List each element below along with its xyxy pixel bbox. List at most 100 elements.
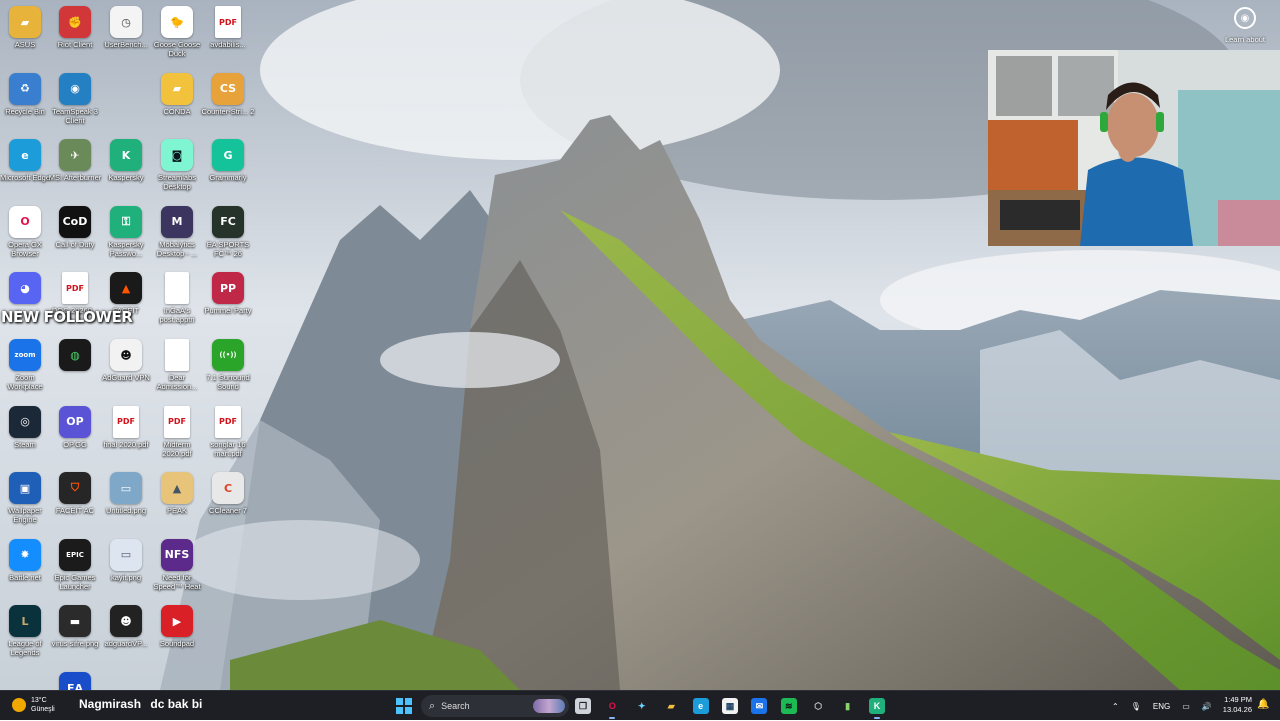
- chevron-up-icon[interactable]: ⌃: [1112, 702, 1119, 711]
- desktop-item[interactable]: ☻ adguardVP...: [101, 605, 151, 648]
- discord-icon: ◕: [9, 272, 41, 305]
- desktop-item[interactable]: ◍: [50, 339, 100, 373]
- desktop-item-label: Opera GX Browser: [8, 239, 42, 258]
- desktop-item[interactable]: PDF songlar 16 mart.pdf: [203, 405, 253, 458]
- desktop-item[interactable]: M Mobalytics Desktop - ...: [152, 205, 202, 258]
- volume-icon[interactable]: 🔊: [1202, 702, 1212, 711]
- desktop-item[interactable]: PDF final 2020.pdf: [101, 405, 151, 449]
- desktop-item-label: AdGuard VPN: [102, 373, 150, 382]
- desktop-item-label: Goose Goose Duck: [153, 40, 201, 58]
- store-icon[interactable]: ▦: [722, 698, 738, 714]
- desktop-item[interactable]: ◷ UserBench...: [101, 6, 151, 49]
- riot-client-icon: ✊: [59, 6, 91, 38]
- recycle-bin-icon: ♻: [9, 72, 41, 105]
- clock[interactable]: 1:49 PM 13.04.26: [1218, 695, 1252, 715]
- taskview-icon[interactable]: ❐: [575, 698, 591, 714]
- desktop-item-label: OP.GG: [63, 439, 87, 449]
- sticky-notes-icon[interactable]: ▮: [840, 698, 856, 714]
- sun-icon: [12, 698, 26, 712]
- microphone-icon[interactable]: 🎙: [1131, 702, 1141, 711]
- language-indicator[interactable]: ENG: [1153, 702, 1170, 711]
- start-button[interactable]: [396, 698, 412, 714]
- desktop-item[interactable]: CS Counter-Stri... 2: [202, 72, 254, 116]
- notification-bell-icon[interactable]: 🔔: [1257, 699, 1269, 710]
- desktop-item[interactable]: 🐤 Goose Goose Duck: [152, 6, 202, 58]
- copilot-icon[interactable]: ✦: [634, 698, 650, 714]
- desktop-item[interactable]: ▭ Untitled.png: [101, 472, 151, 515]
- desktop-item[interactable]: ◕: [0, 272, 50, 306]
- desktop-item[interactable]: ◉ TeamSpeak 3 Client: [50, 72, 100, 125]
- search-box[interactable]: ⌕ Search: [421, 695, 569, 717]
- desktop-item-label: EA SPORTS FC™ 26: [206, 239, 250, 258]
- webcam-overlay: [988, 50, 1280, 246]
- desktop-item[interactable]: K Kaspersky: [101, 139, 151, 182]
- desktop-item[interactable]: ▣ Wallpaper Engine: [0, 472, 50, 524]
- desktop-item[interactable]: ▶ Soundpad: [152, 605, 202, 648]
- desktop-item-label: UserBench...: [104, 40, 148, 49]
- desktop-item-label: MSI Afterburner: [48, 173, 102, 183]
- desktop-item-label: ASUS: [14, 40, 36, 49]
- desktop-item[interactable]: ♻ Recycle Bin: [0, 72, 50, 116]
- adguard-icon: ☻: [110, 605, 142, 638]
- desktop-item[interactable]: OP OP.GG: [50, 405, 100, 449]
- desktop-item[interactable]: ✊ Riot Client: [50, 6, 100, 49]
- desktop-item[interactable]: ✸ Battle.net: [0, 538, 50, 582]
- desktop-item-label: 7.1 Surround Sound: [206, 373, 250, 391]
- desktop-item[interactable]: O Opera GX Browser: [0, 205, 50, 258]
- opera-gx-taskbar-icon[interactable]: O: [604, 698, 620, 719]
- edge-taskbar-icon[interactable]: e: [692, 698, 709, 714]
- desktop-item[interactable]: ▬ virus sifre.png: [50, 605, 100, 648]
- desktop-item-label: Epic Games Launcher: [54, 572, 96, 591]
- msi-afterburner-icon: ✈: [59, 139, 91, 172]
- weather-widget[interactable]: 13°C Güneşli: [12, 696, 55, 714]
- desktop-item[interactable]: PDF Midterm 2020.pdf: [152, 405, 202, 458]
- desktop-item-label: Untitled.png: [105, 506, 147, 516]
- desktop-item[interactable]: zoom Zoom Workplace: [0, 339, 50, 391]
- desktop-item-label: adguardVP...: [104, 639, 148, 649]
- image-file-icon: ▭: [110, 472, 142, 505]
- desktop-item[interactable]: ▭ kayit.png: [101, 538, 151, 582]
- grammarly-icon: G: [212, 139, 244, 172]
- edge-icon: e: [9, 139, 41, 172]
- kaspersky-taskbar-icon[interactable]: K: [869, 698, 885, 719]
- desktop-item[interactable]: C CCleaner 7: [203, 472, 253, 515]
- outlook-icon[interactable]: ✉: [751, 698, 768, 714]
- desktop-item[interactable]: ⚿ Kaspersky Passwo...: [101, 205, 151, 258]
- weather-temperature: 13°C: [31, 697, 47, 704]
- desktop-item[interactable]: ☻ AdGuard VPN: [101, 339, 151, 382]
- ea-fc-icon: FC: [212, 205, 244, 238]
- desktop-item-label: Mobalytics Desktop - ...: [156, 239, 198, 258]
- chat-text: dc bak bi: [150, 697, 203, 711]
- desktop-item[interactable]: e Microsoft Edge: [0, 139, 50, 182]
- desktop-item[interactable]: PP Pummel Party: [203, 272, 253, 315]
- taskbar: 13°C Güneşli Nagmirash dc bak bi ⌕ Searc…: [0, 690, 1280, 720]
- display-icon[interactable]: ▭: [1182, 702, 1190, 711]
- desktop-item[interactable]: EPIC Epic Games Launcher: [50, 538, 100, 591]
- learn-about-this-picture[interactable]: ◉ Learn about: [1216, 7, 1274, 44]
- spotify-icon[interactable]: ≋: [780, 698, 797, 714]
- search-icon: ⌕: [429, 699, 436, 712]
- document-icon: [165, 272, 189, 305]
- desktop-item[interactable]: G Grammarly: [203, 139, 253, 182]
- desktop-item-label: virus sifre.png: [51, 639, 99, 649]
- desktop-item[interactable]: ((•)) 7.1 Surround Sound: [203, 339, 253, 391]
- desktop-item[interactable]: ▰ CONDA: [152, 72, 202, 116]
- desktop-item[interactable]: ▲ PEAK: [152, 472, 202, 515]
- desktop-item[interactable]: L League of Legends: [0, 605, 50, 657]
- desktop-item[interactable]: ▰ ASUS: [0, 6, 50, 49]
- file-explorer-icon[interactable]: ▰: [663, 698, 679, 714]
- desktop-item-label: final 2020.pdf: [103, 439, 149, 449]
- desktop-item[interactable]: Dear Admission...: [152, 339, 202, 391]
- app-shield-icon[interactable]: ⬡: [810, 698, 826, 714]
- pdf-icon: PDF: [113, 405, 139, 438]
- desktop-item[interactable]: ◙ Streamlabs Desktop: [152, 139, 202, 191]
- desktop-item[interactable]: ✈ MSI Afterburner: [48, 139, 102, 183]
- desktop-item[interactable]: NFS Need for Speed™ Heat: [152, 538, 202, 591]
- desktop-item[interactable]: ◎ Steam: [0, 405, 50, 449]
- desktop-item-label: League of Legends: [8, 639, 42, 658]
- desktop-item[interactable]: PDF avdabilis...: [203, 6, 253, 49]
- desktop-item[interactable]: ⛉ FACEIT AC: [50, 472, 100, 515]
- desktop-item[interactable]: FC EA SPORTS FC™ 26: [203, 205, 253, 258]
- desktop-item[interactable]: CoD Call of Duty: [50, 205, 100, 249]
- desktop-item[interactable]: InGaA's post.apptri: [152, 272, 202, 324]
